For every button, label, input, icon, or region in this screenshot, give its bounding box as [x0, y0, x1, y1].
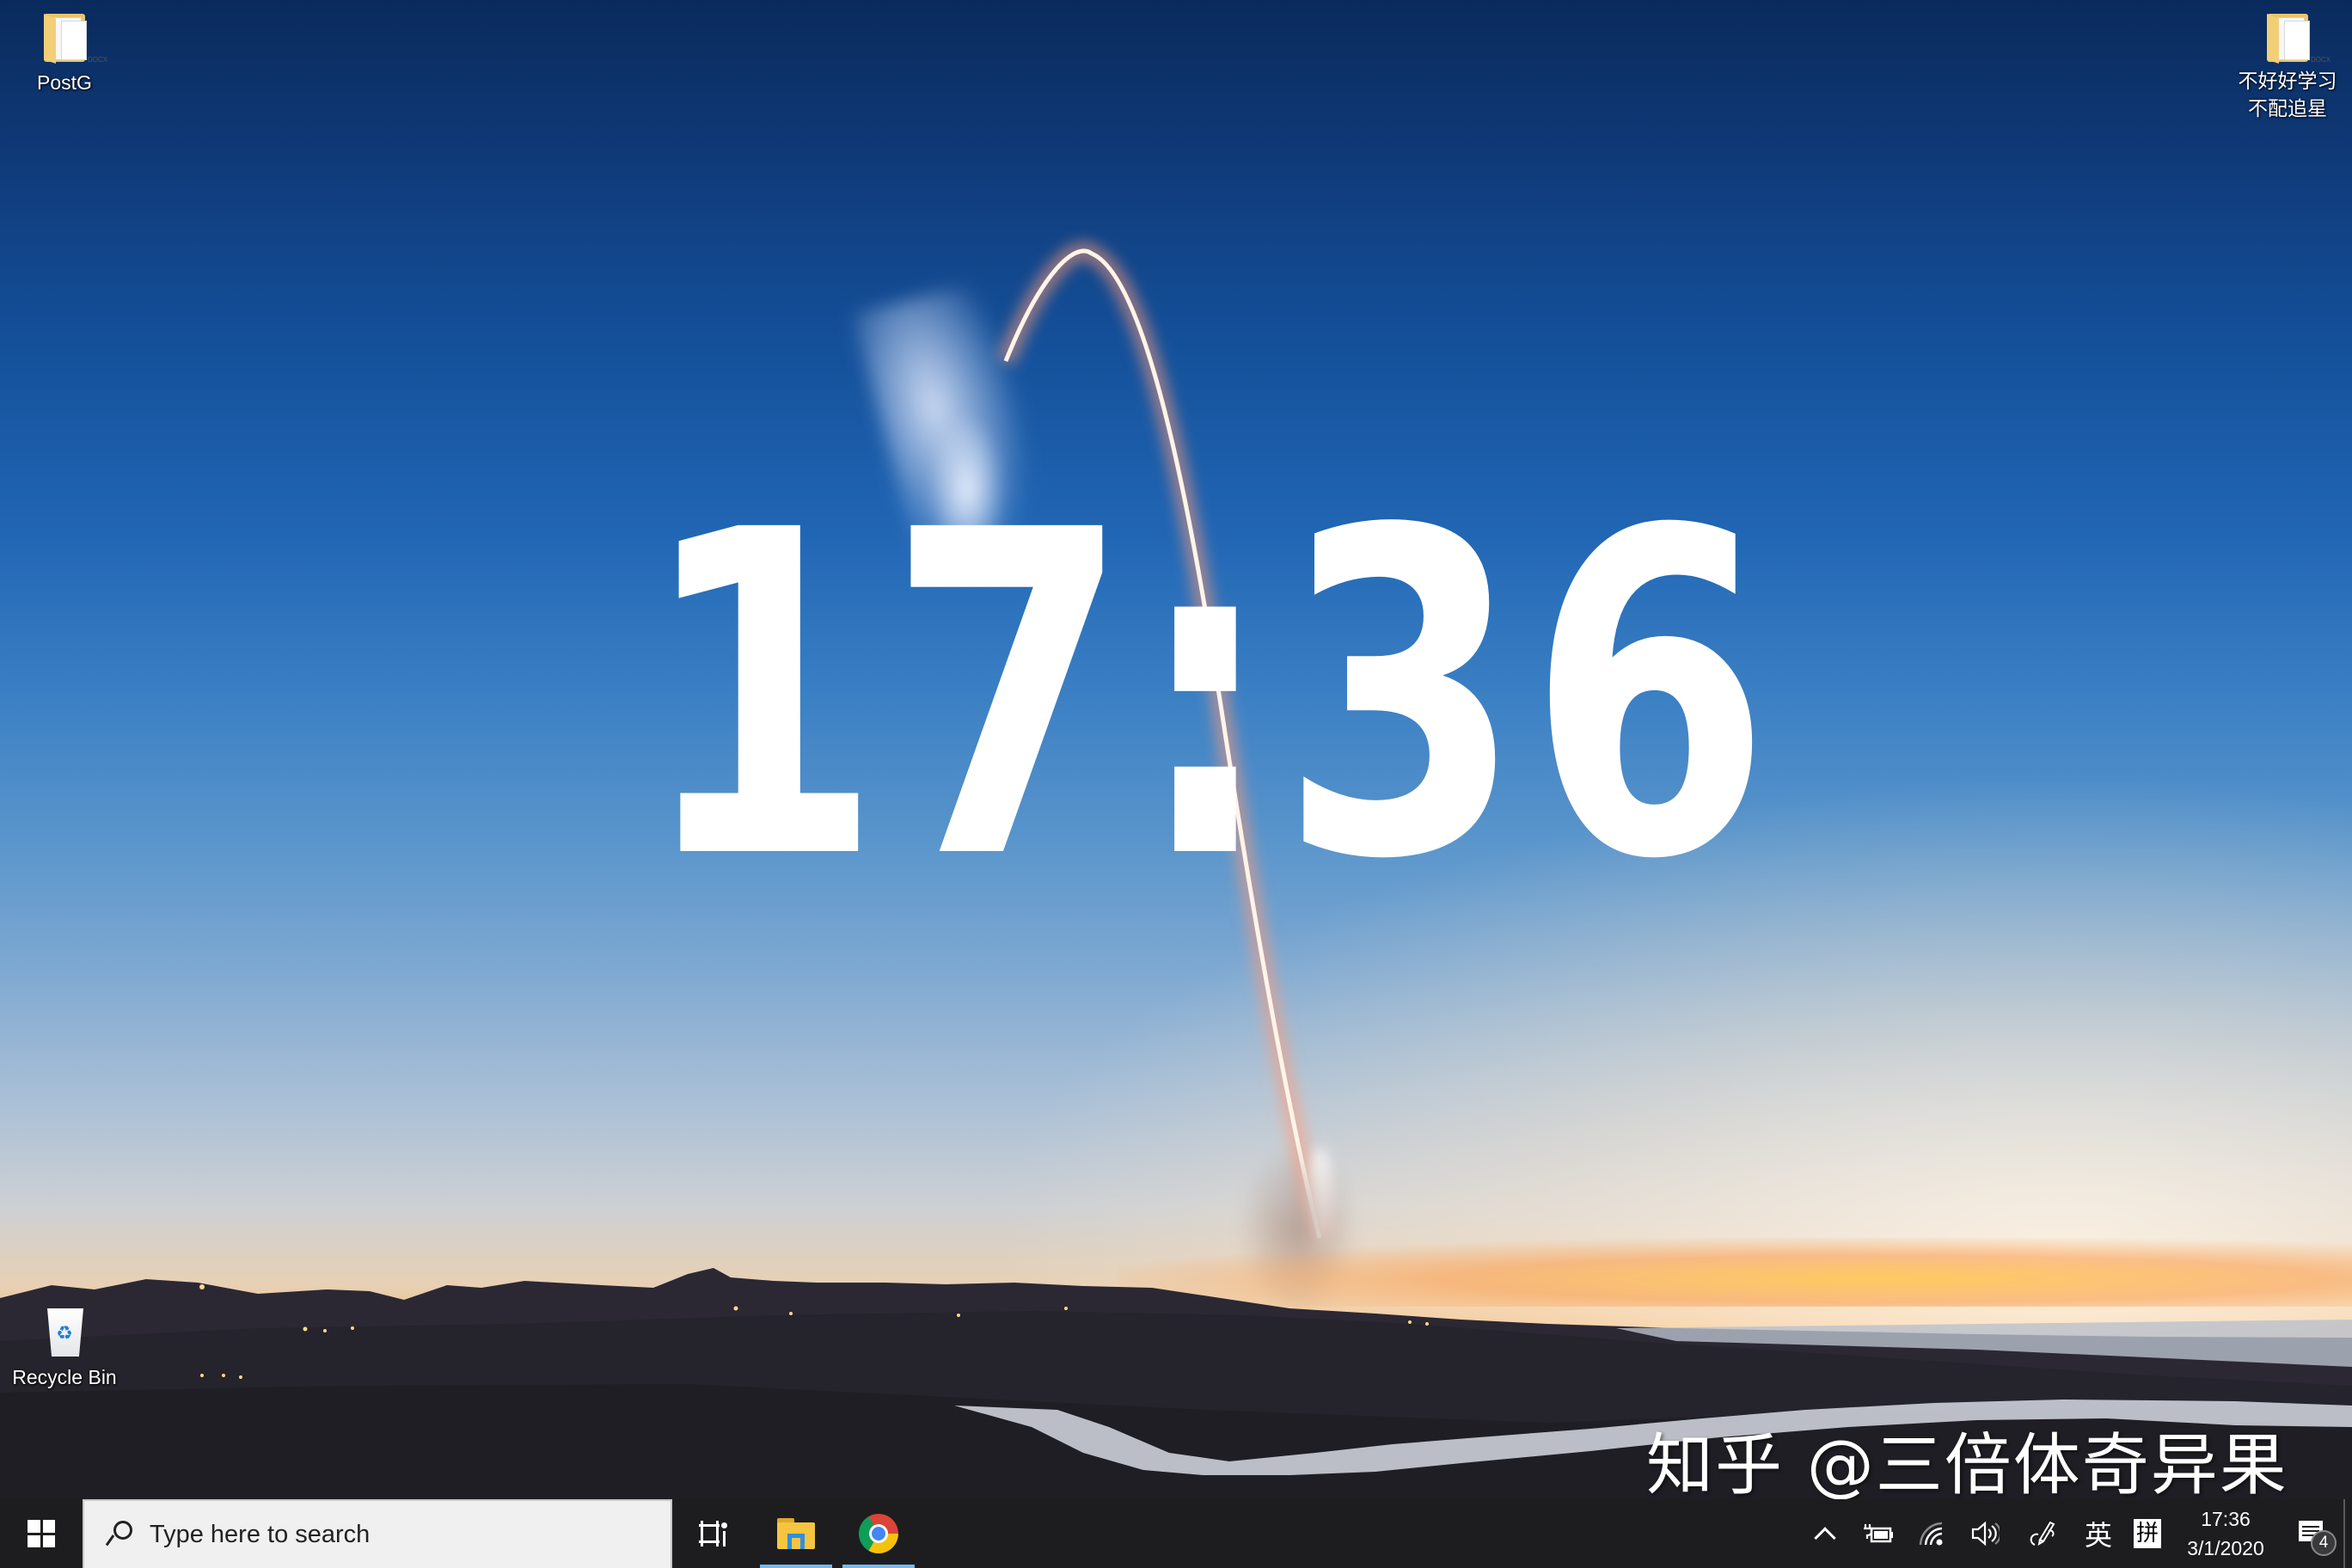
running-indicator: [760, 1565, 832, 1568]
wifi-icon: [1919, 1522, 1943, 1546]
taskbar-time: 17:36: [2201, 1508, 2251, 1530]
taskbar: Type here to search 英 拼 17:36 3/1/2020 4: [0, 1499, 2352, 1568]
volume-button[interactable]: [1958, 1499, 2012, 1568]
windows-ink-icon: [2030, 1521, 2055, 1547]
task-view-icon: [699, 1521, 728, 1547]
desktop-icon-recycle-bin[interactable]: ♻ Recycle Bin: [0, 1303, 129, 1391]
chevron-up-icon: [1814, 1527, 1836, 1549]
taskbar-search-box[interactable]: Type here to search: [83, 1499, 672, 1568]
desktop-icon-label-line-2: 不配追星: [2248, 97, 2327, 119]
desktop-icon-label-line-1: 不好好学习: [2238, 70, 2337, 92]
taskbar-clock[interactable]: 17:36 3/1/2020: [2171, 1499, 2280, 1568]
start-button[interactable]: [0, 1499, 83, 1568]
action-center-button[interactable]: 4: [2280, 1499, 2343, 1568]
desktop-icon-label: PostG: [37, 71, 92, 94]
folder-icon: [777, 1518, 815, 1549]
desktop-icon-label: Recycle Bin: [12, 1366, 117, 1388]
chrome-icon: [859, 1514, 898, 1553]
desktop-icon-study-folder[interactable]: DOCX 不好好学习 不配追星: [2223, 9, 2352, 122]
taskbar-app-chrome[interactable]: [837, 1499, 920, 1568]
notification-count-badge: 4: [2311, 1530, 2337, 1556]
windows-ink-button[interactable]: [2012, 1499, 2073, 1568]
show-hidden-icons-button[interactable]: [1798, 1499, 1852, 1568]
search-icon: [101, 1517, 136, 1552]
recycle-symbol-icon: ♻: [56, 1323, 73, 1344]
running-indicator: [842, 1565, 915, 1568]
search-placeholder: Type here to search: [150, 1520, 371, 1548]
task-view-button[interactable]: [672, 1499, 755, 1568]
battery-button[interactable]: [1852, 1499, 1905, 1568]
ime-language-indicator[interactable]: 英: [2073, 1499, 2123, 1568]
folder-icon: DOCX: [39, 9, 107, 64]
ime-mode-label: 拼: [2133, 1519, 2161, 1548]
ime-mode-indicator[interactable]: 拼: [2123, 1499, 2171, 1568]
desktop-icon-label: 不好好学习 不配追星: [2239, 67, 2337, 122]
taskbar-app-file-explorer[interactable]: [755, 1499, 837, 1568]
network-button[interactable]: [1905, 1499, 1958, 1568]
show-desktop-button[interactable]: [2343, 1499, 2352, 1568]
taskbar-date: 3/1/2020: [2187, 1537, 2264, 1559]
system-tray: 英 拼 17:36 3/1/2020 4: [1798, 1499, 2352, 1568]
recycle-bin-icon: ♻: [39, 1303, 90, 1358]
folder-icon: DOCX: [2262, 9, 2331, 64]
desktop-clock-widget: 17:36: [639, 436, 1777, 957]
windows-logo-icon: [28, 1520, 55, 1547]
battery-charging-icon: [1864, 1524, 1893, 1543]
watermark-text: 知乎 @三倍体奇异果: [1646, 1427, 2288, 1504]
volume-icon: [1971, 1521, 2000, 1547]
desktop-icon-postg[interactable]: DOCX PostG: [0, 9, 129, 96]
